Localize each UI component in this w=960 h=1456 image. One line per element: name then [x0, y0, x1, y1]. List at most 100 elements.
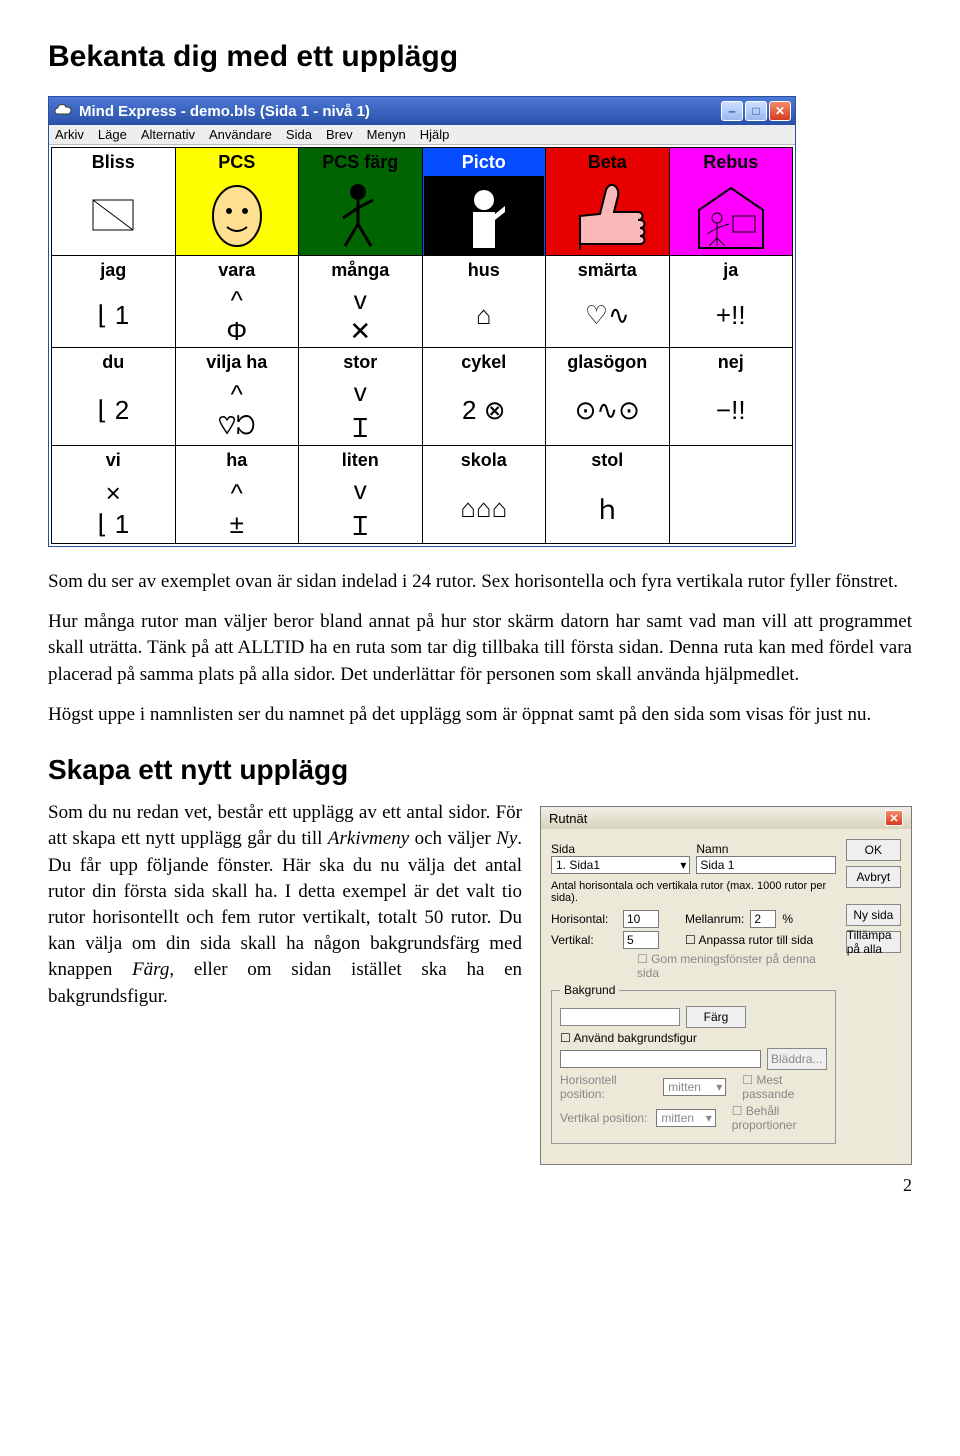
menu-item[interactable]: Arkiv	[55, 127, 84, 142]
cell-label[interactable]: smärta	[547, 257, 668, 284]
symbol-icon: ⊙∿⊙	[547, 376, 668, 445]
grid-header[interactable]: PCS	[177, 149, 298, 176]
page-select[interactable]: 1. Sida1	[551, 856, 690, 874]
cell-label[interactable]: många	[300, 257, 421, 284]
hide-sentence-checkbox: Gom meningsfönster på denna sida	[637, 952, 836, 980]
page-number: 2	[48, 1175, 912, 1196]
symbol-icon: ⌂	[424, 284, 545, 347]
menu-item[interactable]: Användare	[209, 127, 272, 142]
menu-item[interactable]: Hjälp	[420, 127, 450, 142]
page-name-input[interactable]: Sida 1	[696, 856, 835, 874]
label: %	[782, 912, 793, 926]
symbol-icon: +!!	[671, 284, 792, 347]
rutnat-dialog: Rutnät ✕ Sida 1. Sida1 Namn Sida 1 Antal…	[540, 806, 912, 1165]
cell-label[interactable]: skola	[424, 447, 545, 474]
window-maximize-button[interactable]: □	[745, 101, 767, 121]
section-heading: Skapa ett nytt upplägg	[48, 754, 912, 786]
symbol-icon: v ✕	[300, 284, 421, 347]
symbol-icon: ⌊ 2	[53, 376, 174, 445]
symbol-icon: ｈ	[547, 474, 668, 543]
cloud-app-icon	[53, 101, 73, 121]
body-text: Högst uppe i namnlisten ser du namnet på…	[48, 702, 912, 728]
color-button[interactable]: Färg	[686, 1006, 746, 1028]
vertical-input[interactable]: 5	[623, 931, 659, 949]
label: Horisontell position:	[560, 1073, 657, 1101]
cell-label[interactable]: ha	[177, 447, 298, 474]
page-heading: Bekanta dig med ett upplägg	[48, 40, 912, 74]
pcs-face-icon	[201, 181, 273, 251]
symbol-icon: −!!	[671, 376, 792, 445]
use-bg-image-checkbox[interactable]: Använd bakgrundsfigur	[560, 1031, 697, 1045]
hpos-select: mitten	[663, 1078, 726, 1096]
symbol-icon: ^ ♡ᘰ	[177, 376, 298, 445]
rebus-house-icon	[689, 180, 773, 252]
dialog-close-button[interactable]: ✕	[885, 810, 903, 826]
menu-item[interactable]: Menyn	[367, 127, 406, 142]
dialog-title: Rutnät	[549, 811, 587, 826]
thumbs-up-icon	[566, 180, 648, 252]
browse-button: Bläddra...	[767, 1048, 827, 1070]
app-window: Mind Express - demo.bls (Sida 1 - nivå 1…	[48, 96, 796, 547]
grid-header[interactable]: Rebus	[671, 149, 792, 176]
cell-label[interactable]: vi	[53, 447, 174, 474]
cell-label[interactable]: nej	[671, 349, 792, 376]
menu-item[interactable]: Sida	[286, 127, 312, 142]
symbol-icon: × ⌊ 1	[53, 474, 174, 543]
fieldset-legend: Bakgrund	[560, 983, 619, 997]
menu-bar: Arkiv Läge Alternativ Användare Sida Bre…	[49, 125, 795, 145]
spacing-input[interactable]: 2	[750, 910, 776, 928]
grid-header[interactable]: Bliss	[53, 149, 174, 176]
cell-label[interactable]: hus	[424, 257, 545, 284]
cell-label[interactable]: liten	[300, 447, 421, 474]
vpos-select: mitten	[656, 1109, 715, 1127]
picto-person-icon	[449, 180, 519, 252]
bg-path-input	[560, 1050, 761, 1068]
label: Vertikal position:	[560, 1111, 650, 1125]
label: Horisontal:	[551, 912, 617, 926]
symbol-icon: ^ Φ	[177, 284, 298, 347]
cell-label[interactable]: stol	[547, 447, 668, 474]
cell-label[interactable]: vilja ha	[177, 349, 298, 376]
menu-item[interactable]: Alternativ	[141, 127, 195, 142]
menu-item[interactable]: Läge	[98, 127, 127, 142]
bliss-icon	[83, 190, 143, 242]
grid-header[interactable]: Beta	[547, 149, 668, 176]
symbol-icon: ♡∿	[547, 284, 668, 347]
apply-all-button[interactable]: Tillämpa på alla	[846, 931, 901, 953]
fit-checkbox[interactable]: Anpassa rutor till sida	[685, 933, 813, 947]
new-page-button[interactable]: Ny sida	[846, 904, 901, 926]
label: Vertikal:	[551, 933, 617, 947]
window-minimize-button[interactable]: ‒	[721, 101, 743, 121]
symbol-icon: ⌂⌂⌂	[424, 474, 545, 543]
cell-label[interactable]: du	[53, 349, 174, 376]
grid-header[interactable]: Picto	[424, 149, 545, 176]
body-text: Som du ser av exemplet ovan är sidan ind…	[48, 569, 912, 595]
label: Namn	[696, 842, 835, 856]
menu-item[interactable]: Brev	[326, 127, 353, 142]
window-close-button[interactable]: ✕	[769, 101, 791, 121]
body-text: Hur många rutor man väljer beror bland a…	[48, 609, 912, 688]
cell-label[interactable]: cykel	[424, 349, 545, 376]
label: Mellanrum:	[685, 912, 744, 926]
grid-header[interactable]: PCS färg	[300, 149, 421, 176]
symbol-grid: Bliss PCS PCS färg Picto Beta Rebus jag⌊…	[51, 147, 793, 544]
cell-label[interactable]: jag	[53, 257, 174, 284]
horizontal-input[interactable]: 10	[623, 910, 659, 928]
cell-label[interactable]: glasögon	[547, 349, 668, 376]
cancel-button[interactable]: Avbryt	[846, 866, 901, 888]
bg-color-preview	[560, 1008, 680, 1026]
cell-label[interactable]: vara	[177, 257, 298, 284]
symbol-icon: v Ｉ	[300, 376, 421, 445]
symbol-icon: ^ ±	[177, 474, 298, 543]
ok-button[interactable]: OK	[846, 839, 901, 861]
symbol-icon: 2 ⊗	[424, 376, 545, 445]
bestfit-checkbox: Mest passande	[742, 1073, 826, 1101]
symbol-icon	[671, 453, 792, 522]
window-title: Mind Express - demo.bls (Sida 1 - nivå 1…	[79, 103, 370, 120]
symbol-icon: ⌊ 1	[53, 284, 174, 347]
cell-label[interactable]: ja	[671, 257, 792, 284]
symbol-icon: v Ｉ	[300, 474, 421, 543]
cell-label[interactable]: stor	[300, 349, 421, 376]
walking-person-icon	[325, 180, 395, 252]
label: Sida	[551, 842, 690, 856]
